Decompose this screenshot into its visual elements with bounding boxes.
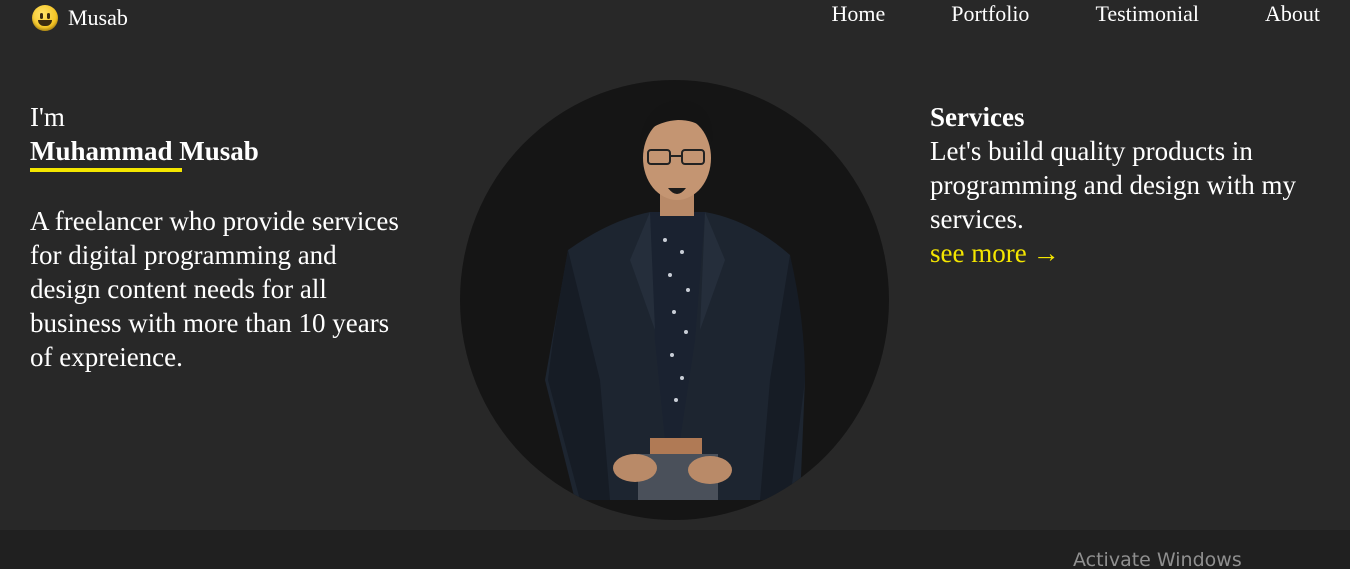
nav-testimonial[interactable]: Testimonial (1095, 1, 1199, 27)
name-underline (30, 168, 182, 172)
grinning-face-icon (32, 5, 58, 31)
brand-logo[interactable]: Musab (32, 4, 128, 32)
footer-bar: Activate Windows (0, 530, 1350, 569)
person-silhouette-icon (545, 100, 805, 500)
activate-windows-watermark: Activate Windows (1073, 549, 1242, 569)
intro-section: I'm Muhammad Musab A freelancer who prov… (30, 100, 410, 374)
nav-about[interactable]: About (1265, 1, 1320, 27)
name-heading: Muhammad Musab (30, 134, 259, 172)
brand-name: Musab (68, 5, 128, 30)
see-more-link[interactable]: see more → (930, 236, 1060, 270)
profile-photo (460, 80, 889, 520)
arrow-right-icon: → (1032, 238, 1060, 268)
main-nav: Home Portfolio Testimonial About (831, 0, 1320, 28)
services-description: Let's build quality products in programm… (930, 136, 1296, 234)
services-section: Services Let's build quality products in… (930, 100, 1320, 270)
nav-home[interactable]: Home (831, 1, 885, 27)
greeting-text: I'm (30, 102, 65, 132)
nav-portfolio[interactable]: Portfolio (951, 1, 1029, 27)
see-more-label: see more (930, 238, 1027, 268)
name-text: Muhammad Musab (30, 136, 259, 166)
services-title: Services (930, 102, 1025, 132)
bio-text: A freelancer who provide services for di… (30, 206, 399, 372)
